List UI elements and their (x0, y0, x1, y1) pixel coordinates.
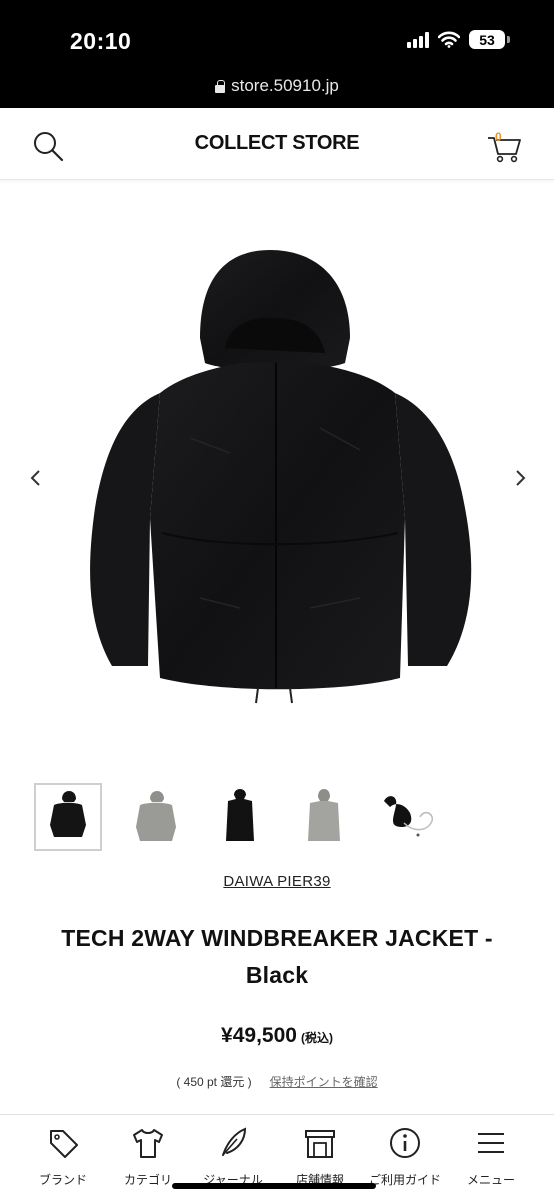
info-icon (390, 1128, 420, 1158)
thumbnail-black-vest[interactable] (206, 783, 274, 851)
nav-item-store-info[interactable]: 店舗情報 (277, 1125, 363, 1188)
nav-item-guide[interactable]: ご利用ガイド (362, 1125, 448, 1188)
nav-label: ブランド (38, 1173, 87, 1187)
check-points-link[interactable]: 保持ポイントを確認 (270, 1075, 378, 1089)
thumbnail-gray-jacket[interactable] (122, 783, 190, 851)
store-logo-title[interactable]: COLLECT STORE (0, 132, 554, 155)
wifi-icon (438, 31, 460, 48)
points-reward: ( 450 pt 還元 ) (176, 1075, 252, 1089)
product-title: TECH 2WAY WINDBREAKER JACKET - Black (61, 925, 493, 988)
feather-icon (222, 1127, 247, 1156)
cart-count-badge: 0 (495, 130, 502, 144)
thumbnail-black-jacket[interactable] (34, 783, 102, 851)
cart-icon (488, 137, 521, 163)
chevron-right-icon[interactable] (508, 466, 532, 490)
nav-label: メニュー (466, 1173, 515, 1187)
home-indicator[interactable] (172, 1183, 376, 1189)
nav-item-journal[interactable]: ジャーナル (190, 1125, 276, 1188)
nav-item-category[interactable]: カテゴリ (105, 1125, 191, 1188)
system-status-bar: 20:10 53 store.50910.jp (0, 0, 554, 108)
cellular-signal-icon (407, 31, 429, 48)
tag-icon (50, 1130, 78, 1158)
lock-icon (215, 79, 226, 93)
url-text: store.50910.jp (231, 76, 339, 95)
thumbnail-gray-vest[interactable] (290, 783, 358, 851)
clock: 20:10 (70, 28, 132, 54)
status-icons: 53 (407, 30, 510, 49)
battery-icon: 53 (469, 30, 510, 49)
site-header: COLLECT STORE 0 (0, 108, 554, 180)
menu-icon (478, 1133, 504, 1153)
thumbnail-strip (0, 783, 554, 853)
battery-level: 53 (469, 30, 505, 49)
thumbnail-black-pouch[interactable] (374, 783, 442, 851)
points-info: ( 450 pt 還元 ) 保持ポイントを確認 (0, 1073, 554, 1090)
chevron-left-icon[interactable] (24, 466, 48, 490)
cart-button[interactable]: 0 (486, 126, 526, 166)
tax-note: (税込) (300, 1031, 333, 1045)
tshirt-icon (133, 1129, 163, 1158)
store-icon (305, 1130, 335, 1158)
price-block: ¥49,500 (税込) (0, 1024, 554, 1048)
price-value: ¥49,500 (221, 1024, 297, 1047)
product-main-image[interactable] (0, 188, 554, 768)
address-bar[interactable]: store.50910.jp (0, 76, 554, 96)
brand-link[interactable]: DAIWA PIER39 (0, 873, 554, 890)
nav-item-brand[interactable]: ブランド (20, 1125, 106, 1188)
nav-item-menu[interactable]: メニュー (448, 1125, 534, 1188)
